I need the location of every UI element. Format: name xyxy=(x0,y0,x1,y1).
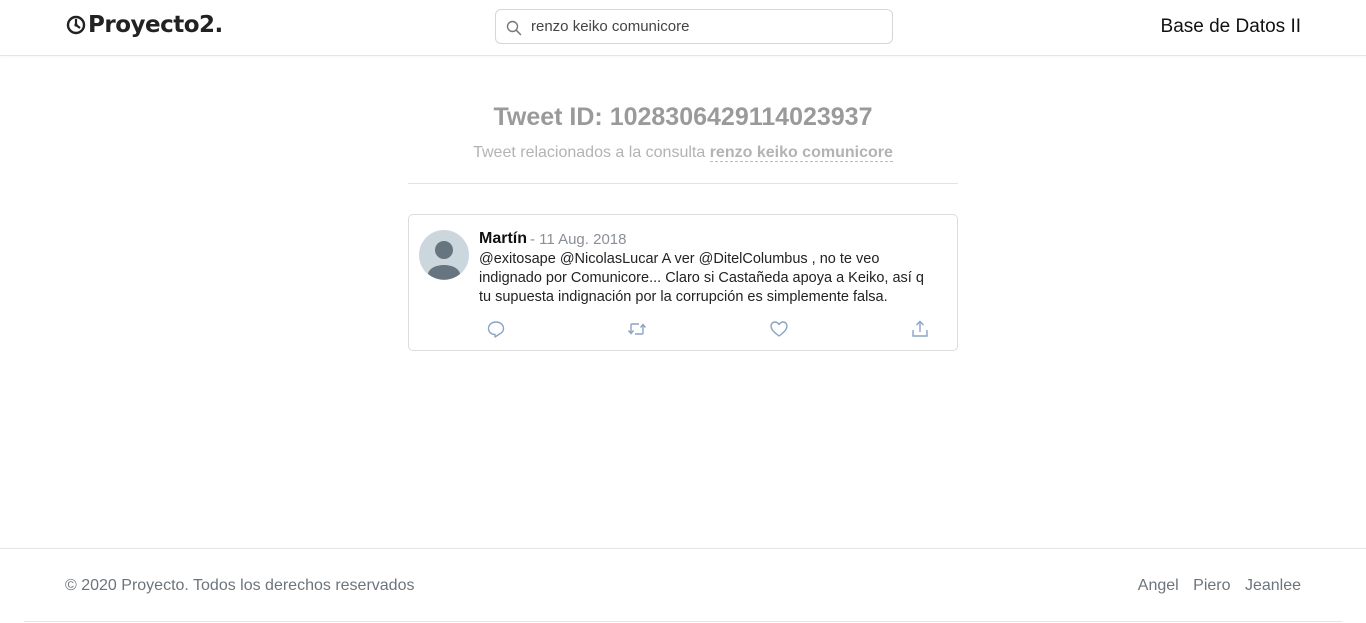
bottom-divider xyxy=(24,621,1342,622)
brand-logo[interactable]: Proyecto2. xyxy=(66,9,223,41)
divider xyxy=(408,183,958,184)
avatar[interactable] xyxy=(419,230,469,280)
brand-name: Proyecto2. xyxy=(88,12,223,38)
search-bar[interactable] xyxy=(495,9,893,44)
gear-clock-icon xyxy=(66,15,86,35)
reply-icon[interactable] xyxy=(486,319,506,339)
footer-link-jeanlee[interactable]: Jeanlee xyxy=(1245,577,1301,594)
search-icon xyxy=(506,20,522,36)
footer-link-piero[interactable]: Piero xyxy=(1193,577,1230,594)
retweet-icon[interactable] xyxy=(627,319,647,339)
footer-link-angel[interactable]: Angel xyxy=(1138,577,1179,594)
course-label[interactable]: Base de Datos II xyxy=(1161,16,1301,38)
subtitle-prefix: Tweet relacionados a la consulta xyxy=(473,144,706,161)
search-input[interactable] xyxy=(531,10,881,43)
tweet-text: @exitosape @NicolasLucar A ver @DitelCol… xyxy=(479,251,924,305)
subtitle-query: renzo keiko comunicore xyxy=(709,144,893,162)
tweet-date: - 11 Aug. 2018 xyxy=(530,231,627,248)
tweet-actions xyxy=(479,319,949,339)
top-navbar: Proyecto2. Base de Datos II xyxy=(0,0,1366,56)
tweet-author[interactable]: Martín xyxy=(479,230,527,248)
tweet-card[interactable]: Martín - 11 Aug. 2018 @exitosape @Nicola… xyxy=(408,214,958,351)
copyright-text: © 2020 Proyecto. Todos los derechos rese… xyxy=(65,577,415,594)
page-title: Tweet ID: 1028306429114023937 xyxy=(493,103,873,131)
share-icon[interactable] xyxy=(910,319,930,339)
like-icon[interactable] xyxy=(769,319,789,339)
footer-divider xyxy=(0,548,1366,549)
footer-links: Angel Piero Jeanlee xyxy=(1128,577,1301,595)
page-subtitle: Tweet relacionados a la consulta renzo k… xyxy=(0,144,1366,162)
